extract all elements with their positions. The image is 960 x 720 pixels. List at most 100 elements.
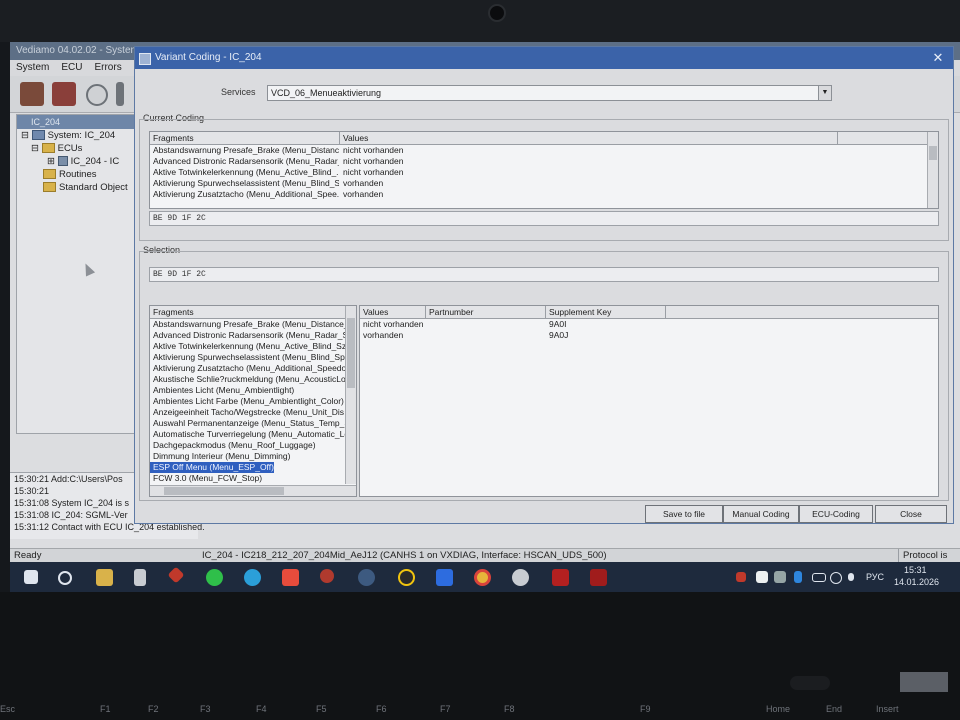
table-row[interactable]: Aktivierung Spurwechselassistent (Menu_B…: [150, 178, 938, 189]
file-explorer-icon[interactable]: [96, 569, 113, 586]
tray-icon[interactable]: [736, 572, 746, 582]
clock-time[interactable]: 15:31: [904, 565, 927, 575]
fragment-label: Ambientes Licht (Menu_Ambientlight): [153, 385, 295, 395]
values-grid: Values Partnumber Supplement Key nicht v…: [359, 305, 939, 497]
menu-errors[interactable]: Errors: [88, 60, 127, 76]
menu-system[interactable]: System: [10, 60, 55, 76]
key-label: F2: [148, 704, 159, 714]
tree-item-standard-objects[interactable]: Standard Object: [17, 181, 135, 194]
tree-item-ic204[interactable]: ⊞ IC_204 - IC: [17, 155, 135, 168]
manual-coding-button[interactable]: Manual Coding: [723, 505, 799, 523]
table-row[interactable]: Abstandswarnung Presafe_Brake (Menu_Dist…: [150, 145, 938, 156]
tree-label: Routines: [59, 169, 97, 180]
app-icon[interactable]: [134, 569, 146, 586]
telegram-icon[interactable]: [244, 569, 261, 586]
vertical-scrollbar[interactable]: [345, 306, 356, 484]
windows-start-icon[interactable]: [24, 570, 38, 584]
list-item[interactable]: Dachgepackmodus (Menu_Roof_Luggage): [150, 440, 356, 451]
table-row[interactable]: Aktivierung Zusatztacho (Menu_Additional…: [150, 189, 938, 200]
clock-date[interactable]: 14.01.2026: [894, 577, 939, 587]
column-header-values[interactable]: Values: [360, 306, 426, 318]
menu-ecu[interactable]: ECU: [55, 60, 88, 76]
fragment-label: ESP Off Menu (Menu_ESP_Off): [150, 462, 274, 473]
list-item[interactable]: Ambientes Licht (Menu_Ambientlight): [150, 385, 356, 396]
table-row[interactable]: vorhanden 9A0J: [360, 330, 938, 341]
table-row[interactable]: Advanced Distronic Radarsensorik (Menu_R…: [150, 156, 938, 167]
column-header-partnumber[interactable]: Partnumber: [426, 306, 546, 318]
folder-icon: [41, 143, 55, 154]
list-item[interactable]: Advanced Distronic Radarsensorik (Menu_R…: [150, 330, 356, 341]
list-item[interactable]: Automatische Turverriegelung (Menu_Autom…: [150, 429, 356, 440]
chrome-icon[interactable]: [474, 569, 491, 586]
vediamo-icon[interactable]: [552, 569, 569, 586]
dialog-title: Variant Coding - IC_204: [155, 52, 262, 63]
save-to-file-button[interactable]: Save to file: [645, 505, 723, 523]
key-label: F8: [504, 704, 515, 714]
key-label: End: [826, 704, 843, 714]
vertical-scrollbar[interactable]: [927, 132, 938, 208]
ecu-icon: [57, 156, 68, 167]
app-icon[interactable]: [398, 569, 415, 586]
whatsapp-icon[interactable]: [206, 569, 223, 586]
system-icon: [31, 130, 45, 141]
tree-label: System: IC_204: [47, 130, 116, 141]
list-item[interactable]: Abstandswarnung Presafe_Brake (Menu_Dist…: [150, 319, 356, 330]
close-icon[interactable]: ✕: [929, 47, 947, 69]
close-button[interactable]: Close: [875, 505, 947, 523]
tree-label: Standard Object: [59, 182, 128, 193]
network-icon[interactable]: [830, 572, 842, 584]
tree-item-system[interactable]: ⊟ System: IC_204: [17, 129, 135, 142]
column-header-fragments[interactable]: Fragments: [150, 306, 343, 318]
column-header-supplement-key[interactable]: Supplement Key: [546, 306, 666, 318]
disconnect-icon[interactable]: [52, 82, 76, 106]
list-item[interactable]: ESP Off Menu (Menu_ESP_Off): [150, 462, 356, 473]
connect-icon[interactable]: [20, 82, 44, 106]
anydesk-icon[interactable]: [282, 569, 299, 586]
folder-icon: [43, 182, 56, 193]
services-value: VCD_06_Menueaktivierung: [271, 88, 382, 98]
tray-icon[interactable]: [774, 571, 786, 583]
list-item[interactable]: FCW 3.0 (Menu_FCW_Stop): [150, 473, 356, 484]
list-item[interactable]: Dimmung Interieur (Menu_Dimming): [150, 451, 356, 462]
expander-icon[interactable]: ⊟: [21, 130, 29, 141]
language-indicator[interactable]: РУС: [866, 572, 884, 582]
app-icon[interactable]: [167, 566, 185, 584]
list-item[interactable]: Aktive Totwinkelerkennung (Menu_Active_B…: [150, 341, 356, 352]
volume-icon[interactable]: [848, 573, 854, 581]
fragment-label: Dachgepackmodus (Menu_Roof_Luggage): [153, 440, 316, 450]
app-icon[interactable]: [512, 569, 529, 586]
table-row[interactable]: Aktive Totwinkelerkennung (Menu_Active_B…: [150, 167, 938, 178]
dialog-title-bar[interactable]: Variant Coding - IC_204 ✕: [135, 47, 953, 69]
services-select[interactable]: VCD_06_Menueaktivierung ▼: [267, 85, 832, 101]
tree-item-routines[interactable]: Routines: [17, 168, 135, 181]
tree-item-ecus[interactable]: ⊟ ECUs: [17, 142, 135, 155]
list-item[interactable]: Auswahl Permanentanzeige (Menu_Status_Te…: [150, 418, 356, 429]
horizontal-scrollbar[interactable]: [150, 485, 356, 496]
folder-icon: [43, 169, 56, 180]
vediamo-icon[interactable]: [590, 569, 607, 586]
app-icon[interactable]: [320, 569, 334, 583]
expander-icon[interactable]: ⊟: [31, 143, 39, 154]
chart-app-icon[interactable]: [436, 569, 453, 586]
list-item[interactable]: Aktivierung Zusatztacho (Menu_Additional…: [150, 363, 356, 374]
bluetooth-icon[interactable]: [794, 571, 802, 583]
tool-icon[interactable]: [116, 82, 124, 106]
list-item[interactable]: Aktivierung Spurwechselassistent (Menu_B…: [150, 352, 356, 363]
search-icon[interactable]: [58, 571, 72, 585]
check-icon[interactable]: [86, 84, 108, 106]
ecu-coding-button[interactable]: ECU-Coding: [799, 505, 873, 523]
list-item[interactable]: Ambientes Licht Farbe (Menu_Ambientlight…: [150, 396, 356, 407]
tray-icon[interactable]: [756, 571, 768, 583]
column-header-values[interactable]: Values: [340, 132, 838, 144]
battery-icon[interactable]: [812, 573, 826, 582]
chevron-down-icon[interactable]: ▼: [818, 86, 831, 100]
expander-icon[interactable]: ⊞: [47, 156, 55, 167]
grid-header: Fragments Values: [150, 132, 938, 145]
list-item[interactable]: Akustische Schlie?ruckmeldung (Menu_Acou…: [150, 374, 356, 385]
steam-icon[interactable]: [358, 569, 375, 586]
table-row[interactable]: nicht vorhanden 9A0I: [360, 319, 938, 330]
selection-hex[interactable]: BE 9D 1F 2C: [149, 267, 939, 282]
value-cell: nicht vorhanden: [343, 145, 404, 155]
column-header-fragments[interactable]: Fragments: [150, 132, 340, 144]
list-item[interactable]: Anzeigeeinheit Tacho/Wegstrecke (Menu_Un…: [150, 407, 356, 418]
